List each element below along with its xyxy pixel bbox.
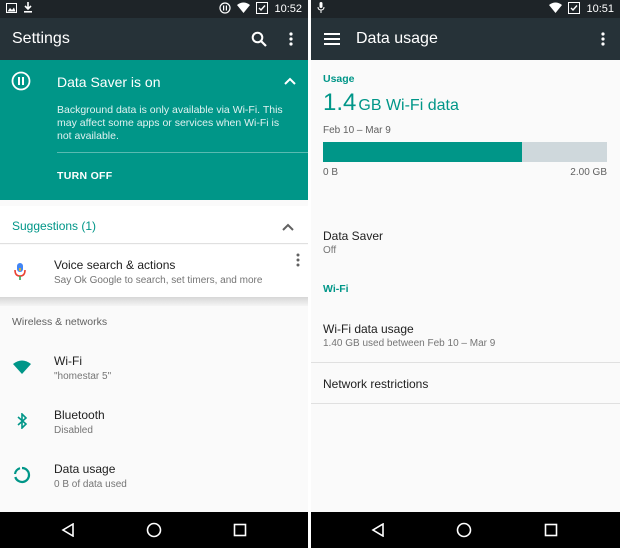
status-bar: 10:51 — [311, 0, 620, 18]
data-saver-setting[interactable]: Data Saver Off — [311, 218, 620, 268]
page-title: Settings — [12, 30, 70, 47]
settings-screen: 10:52 Settings Data Saver is on Backgrou… — [0, 0, 308, 548]
page-title: Data usage — [356, 30, 438, 47]
microphone-icon — [13, 263, 27, 286]
turn-off-button[interactable]: TURN OFF — [57, 170, 112, 182]
image-notification-icon — [6, 2, 17, 16]
wifi-status-icon — [237, 2, 251, 16]
download-icon — [23, 2, 33, 16]
setting-subtitle: Disabled — [54, 425, 93, 436]
overflow-menu-icon[interactable] — [296, 253, 300, 272]
data-usage-screen: 10:51 Data usage Usage 1.4 GB Wi-Fi data … — [311, 0, 620, 548]
usage-progress-bar — [323, 142, 607, 162]
suggestion-subtitle: Say Ok Google to search, set timers, and… — [54, 275, 263, 286]
setting-title: Bluetooth — [54, 408, 105, 422]
recents-icon[interactable] — [541, 520, 561, 540]
suggestions-header[interactable]: Suggestions (1) — [0, 206, 308, 244]
wifi-data-usage-setting[interactable]: Wi-Fi data usage 1.40 GB used between Fe… — [311, 311, 620, 361]
setting-subtitle: 1.40 GB used between Feb 10 – Mar 9 — [323, 338, 496, 349]
status-bar: 10:52 — [0, 0, 308, 18]
divider — [57, 152, 308, 153]
status-time: 10:51 — [586, 3, 614, 15]
data-saver-status-icon — [219, 1, 232, 17]
status-time: 10:52 — [274, 3, 302, 15]
data-saver-pause-icon — [11, 71, 31, 96]
divider — [311, 403, 620, 404]
usage-bar-max: 2.00 GB — [570, 167, 607, 178]
usage-header: Usage — [323, 73, 355, 85]
data-usage-icon — [12, 465, 32, 485]
home-icon[interactable] — [144, 520, 164, 540]
suggestion-voice-search[interactable]: Voice search & actions Say Ok Google to … — [0, 245, 308, 297]
home-icon[interactable] — [454, 520, 474, 540]
network-restrictions-setting[interactable]: Network restrictions — [311, 363, 620, 403]
navigation-bar — [311, 512, 620, 548]
app-bar: Settings — [0, 18, 308, 60]
setting-title: Wi-Fi data usage — [323, 322, 414, 336]
usage-date-range: Feb 10 – Mar 9 — [323, 125, 391, 136]
setting-title: Data Saver — [323, 229, 384, 243]
chevron-up-icon[interactable] — [284, 72, 296, 90]
divider — [0, 297, 308, 306]
usage-bar-min: 0 B — [323, 167, 339, 178]
usage-unit: GB Wi-Fi data — [358, 97, 459, 114]
navigation-bar — [0, 512, 308, 548]
data-saver-description: Background data is only available via Wi… — [57, 104, 283, 142]
back-icon[interactable] — [58, 520, 78, 540]
back-icon[interactable] — [368, 520, 388, 540]
usage-amount: 1.4 GB Wi-Fi data — [323, 89, 459, 117]
hamburger-menu-icon[interactable] — [321, 28, 343, 50]
usage-progress-fill — [323, 142, 522, 162]
chevron-up-icon[interactable] — [282, 218, 294, 236]
recents-icon[interactable] — [230, 520, 250, 540]
setting-title: Network restrictions — [323, 377, 429, 391]
wifi-icon — [12, 357, 32, 377]
battery-icon — [256, 1, 269, 17]
usage-number: 1.4 — [323, 89, 357, 116]
setting-subtitle: 0 B of data used — [54, 479, 127, 490]
wifi-status-icon — [549, 2, 563, 16]
app-bar: Data usage — [311, 18, 620, 60]
microphone-notification-icon — [317, 2, 325, 16]
wifi-section-header: Wi-Fi — [323, 283, 349, 295]
setting-bluetooth[interactable]: Bluetooth Disabled — [0, 396, 308, 450]
setting-data-usage[interactable]: Data usage 0 B of data used — [0, 450, 308, 504]
section-header: Wireless & networks — [12, 316, 108, 328]
setting-title: Data usage — [54, 462, 116, 476]
battery-icon — [568, 1, 581, 17]
overflow-menu-icon[interactable] — [280, 28, 302, 50]
data-saver-card: Data Saver is on Background data is only… — [0, 60, 308, 200]
data-saver-title: Data Saver is on — [57, 74, 161, 90]
setting-subtitle: Off — [323, 245, 337, 256]
suggestions-title: Suggestions (1) — [12, 219, 97, 233]
suggestion-title: Voice search & actions — [54, 258, 176, 272]
setting-title: Wi-Fi — [54, 354, 82, 368]
search-icon[interactable] — [248, 28, 270, 50]
overflow-menu-icon[interactable] — [592, 28, 614, 50]
bluetooth-icon — [12, 411, 32, 431]
setting-subtitle: "homestar 5" — [54, 371, 112, 382]
setting-wifi[interactable]: Wi-Fi "homestar 5" — [0, 342, 308, 396]
